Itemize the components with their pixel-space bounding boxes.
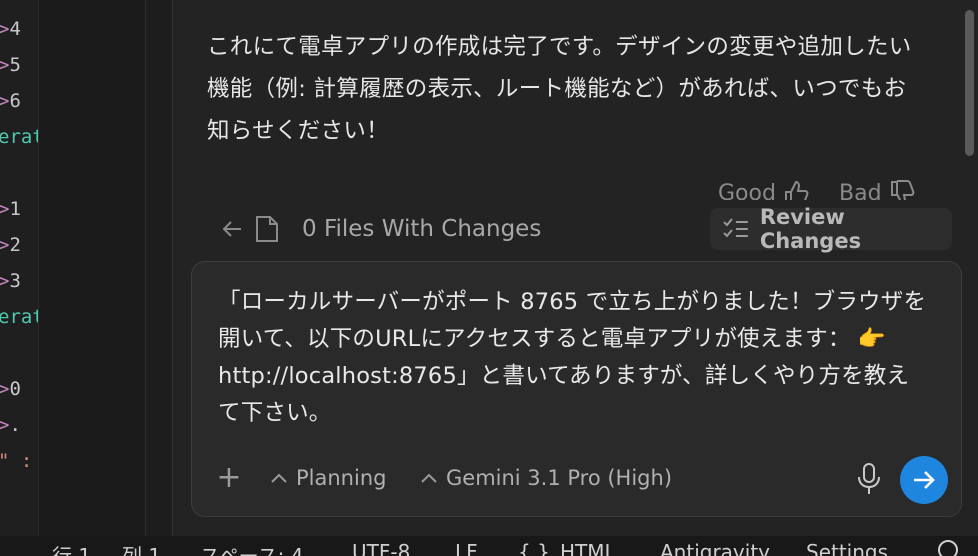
send-button[interactable] xyxy=(900,456,948,504)
review-changes-button[interactable]: Review Changes xyxy=(710,205,952,253)
plus-icon[interactable]: + xyxy=(214,463,244,494)
editor-line-text: 0 xyxy=(9,378,21,400)
status-encoding[interactable]: UTF-8 xyxy=(352,540,410,556)
editor-line: >6 xyxy=(0,90,21,112)
editor-line-text: . xyxy=(9,414,21,436)
chat-input-box[interactable]: 「ローカルサーバーがポート 8765 で立ち上がりました！ブラウザを開いて、以下… xyxy=(191,261,962,517)
status-line[interactable]: 行 1 xyxy=(52,540,91,556)
bad-feedback-button[interactable]: Bad xyxy=(839,180,916,200)
chevron-up-icon xyxy=(421,473,437,483)
back-arrow-icon[interactable] xyxy=(221,218,243,240)
files-with-changes-label: 0 Files With Changes xyxy=(302,216,542,242)
status-eol[interactable]: LF xyxy=(455,540,478,556)
editor-line: >. xyxy=(0,414,21,436)
bad-label: Bad xyxy=(839,180,882,201)
mode-label: Planning xyxy=(296,466,387,490)
agent-chat-panel: これにて電卓アプリの作成は完了です。デザインの変更や追加したい機能（例: 計算履… xyxy=(173,0,978,536)
status-agent[interactable]: Antigravity xyxy=(660,540,770,556)
editor-line: " : xyxy=(0,450,32,472)
braces-icon: { } xyxy=(518,540,550,556)
chevron-up-icon xyxy=(271,473,287,483)
chat-input-field[interactable]: 「ローカルサーバーがポート 8765 で立ち上がりました！ブラウザを開いて、以下… xyxy=(218,284,930,432)
search-icon[interactable] xyxy=(936,538,960,556)
status-spaces[interactable]: スペース: 4 xyxy=(200,540,303,556)
mode-selector[interactable]: Planning xyxy=(270,466,386,490)
editor-line: >2 xyxy=(0,234,21,256)
editor-line-text: 3 xyxy=(9,270,21,292)
send-arrow-icon xyxy=(914,471,935,489)
editor-line-text: 4 xyxy=(9,18,21,40)
review-changes-label: Review Changes xyxy=(759,205,862,253)
microphone-icon[interactable] xyxy=(856,462,882,496)
chat-scrollbar[interactable] xyxy=(965,10,974,156)
editor-line: erat xyxy=(0,306,38,328)
editor-line-text: 6 xyxy=(9,90,21,112)
good-label: Good xyxy=(718,180,776,201)
editor-side-pane xyxy=(39,0,145,536)
editor-line-text: erat xyxy=(0,126,38,148)
editor-gutter: >4 >5 >6 erat >1 >2 >3 erat >0 >. " : xyxy=(0,0,38,536)
status-column[interactable]: 列 1 xyxy=(122,540,161,556)
thumbs-down-icon xyxy=(890,180,914,200)
file-icon xyxy=(256,216,278,242)
input-toolbar: + Planning Gemini 3.1 Pro (High) xyxy=(192,452,961,516)
editor-line: >5 xyxy=(0,54,21,76)
editor-line: >3 xyxy=(0,270,21,292)
feedback-row: Good Bad xyxy=(173,178,951,200)
editor-line-text: 1 xyxy=(9,198,21,220)
status-bar: 行 1 列 1 スペース: 4 UTF-8 LF { } HTML Antigr… xyxy=(0,536,978,556)
editor-line-text: 5 xyxy=(9,54,21,76)
editor-line-text: erat xyxy=(0,306,38,328)
editor-line-text: : xyxy=(9,450,33,472)
review-changes-icon xyxy=(723,218,748,238)
file-changes-bar: 0 Files With Changes Review Changes xyxy=(207,205,952,254)
editor-line: >0 xyxy=(0,378,21,400)
editor-side-pane-narrow xyxy=(146,0,172,536)
editor-line: >4 xyxy=(0,18,21,40)
editor-line: erat xyxy=(0,126,38,148)
status-language[interactable]: HTML xyxy=(560,540,616,556)
thumbs-up-icon xyxy=(784,180,809,200)
model-selector[interactable]: Gemini 3.1 Pro (High) xyxy=(420,466,672,490)
model-label: Gemini 3.1 Pro (High) xyxy=(446,466,673,490)
good-feedback-button[interactable]: Good xyxy=(718,180,810,200)
editor-line-text: 2 xyxy=(9,234,21,256)
assistant-message: これにて電卓アプリの作成は完了です。デザインの変更や追加したい機能（例: 計算履… xyxy=(207,34,912,144)
status-settings[interactable]: Settings xyxy=(806,540,888,556)
editor-line: >1 xyxy=(0,198,21,220)
